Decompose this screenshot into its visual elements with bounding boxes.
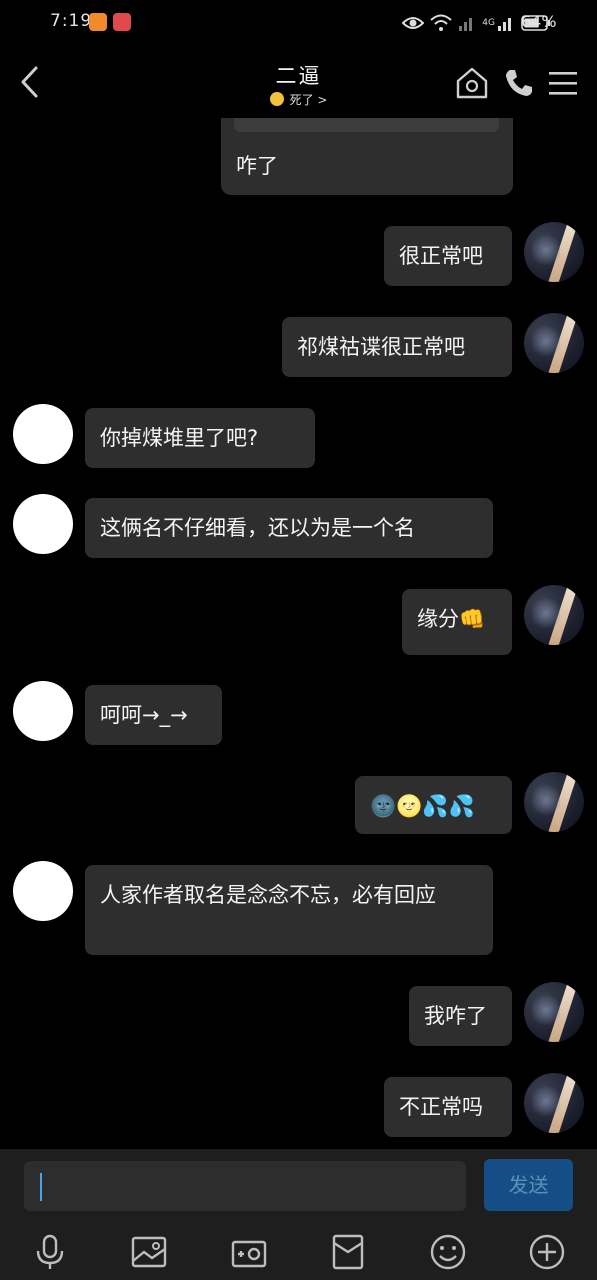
status-text: 死了 > (289, 93, 328, 107)
quoted-content (234, 118, 499, 132)
video-app-icon (89, 13, 107, 31)
plus-icon[interactable] (528, 1233, 566, 1271)
menu-icon[interactable] (546, 66, 580, 100)
avatar-self[interactable] (524, 313, 584, 373)
message-text: 不正常吗 (399, 1095, 483, 1119)
message-text: 你掉煤堆里了吧? (100, 426, 259, 450)
eye-icon (402, 17, 425, 29)
status-bar: 7:19 4G 64% (0, 0, 597, 46)
text-caret (40, 1173, 42, 1201)
signal-icon-1 (459, 18, 473, 31)
wifi-icon (430, 14, 452, 31)
message-text: 很正常吧 (399, 244, 483, 268)
red-packet-icon[interactable] (329, 1233, 367, 1271)
avatar-self[interactable] (524, 222, 584, 282)
input-bar: 发送 (0, 1149, 597, 1280)
message-text: 缘分👊 (417, 607, 486, 631)
voice-icon[interactable] (31, 1233, 69, 1271)
avatar-self[interactable] (524, 1073, 584, 1133)
home-icon[interactable] (455, 66, 489, 100)
avatar-contact[interactable] (13, 681, 73, 741)
status-emoji-icon (269, 92, 284, 106)
message-bubble-right[interactable]: 很正常吧 (384, 226, 512, 286)
battery-percent: 64% (521, 12, 557, 31)
avatar-self[interactable] (524, 585, 584, 645)
image-icon[interactable] (130, 1233, 168, 1271)
camera-icon[interactable] (230, 1233, 268, 1271)
signal-icon-2 (498, 18, 511, 31)
message-bubble-partial[interactable]: 咋了 (221, 118, 513, 195)
message-bubble-right[interactable]: 祁煤祜谍很正常吧 (282, 317, 512, 377)
message-bubble-right[interactable]: 缘分👊 (402, 589, 512, 655)
news-app-icon (113, 13, 131, 31)
chat-header: 二逼 死了 > (0, 46, 597, 120)
avatar-contact[interactable] (13, 494, 73, 554)
avatar-self[interactable] (524, 982, 584, 1042)
send-button[interactable]: 发送 (484, 1159, 573, 1211)
message-text: 人家作者取名是念念不忘，必有回应 (100, 883, 436, 907)
message-text: 这俩名不仔细看，还以为是一个名 (100, 516, 415, 540)
message-text: 呵呵→_→ (100, 703, 188, 727)
message-bubble-left[interactable]: 呵呵→_→ (85, 685, 222, 745)
message-bubble-left[interactable]: 这俩名不仔细看，还以为是一个名 (85, 498, 493, 558)
message-bubble-left[interactable]: 你掉煤堆里了吧? (85, 408, 315, 468)
network-type: 4G (482, 18, 495, 28)
message-input[interactable] (24, 1161, 466, 1211)
message-text: 咋了 (236, 154, 278, 178)
message-text: 我咋了 (424, 1004, 487, 1028)
avatar-contact[interactable] (13, 861, 73, 921)
avatar-contact[interactable] (13, 404, 73, 464)
message-text: 祁煤祜谍很正常吧 (297, 335, 465, 359)
message-bubble-left[interactable]: 人家作者取名是念念不忘，必有回应 (85, 865, 493, 955)
phone-icon[interactable] (502, 66, 536, 100)
avatar-self[interactable] (524, 772, 584, 832)
message-text: 🌚🌝💦💦 (370, 794, 475, 818)
status-time: 7:19 (50, 11, 93, 31)
message-bubble-right[interactable]: 不正常吗 (384, 1077, 512, 1137)
message-bubble-right[interactable]: 我咋了 (409, 986, 512, 1046)
message-bubble-right[interactable]: 🌚🌝💦💦 (355, 776, 512, 834)
chat-screen: 7:19 4G 64% 二逼 死了 > 咋了 很正常吧 祁煤祜谍很正常吧 你掉煤… (0, 0, 597, 1280)
emoji-icon[interactable] (429, 1233, 467, 1271)
